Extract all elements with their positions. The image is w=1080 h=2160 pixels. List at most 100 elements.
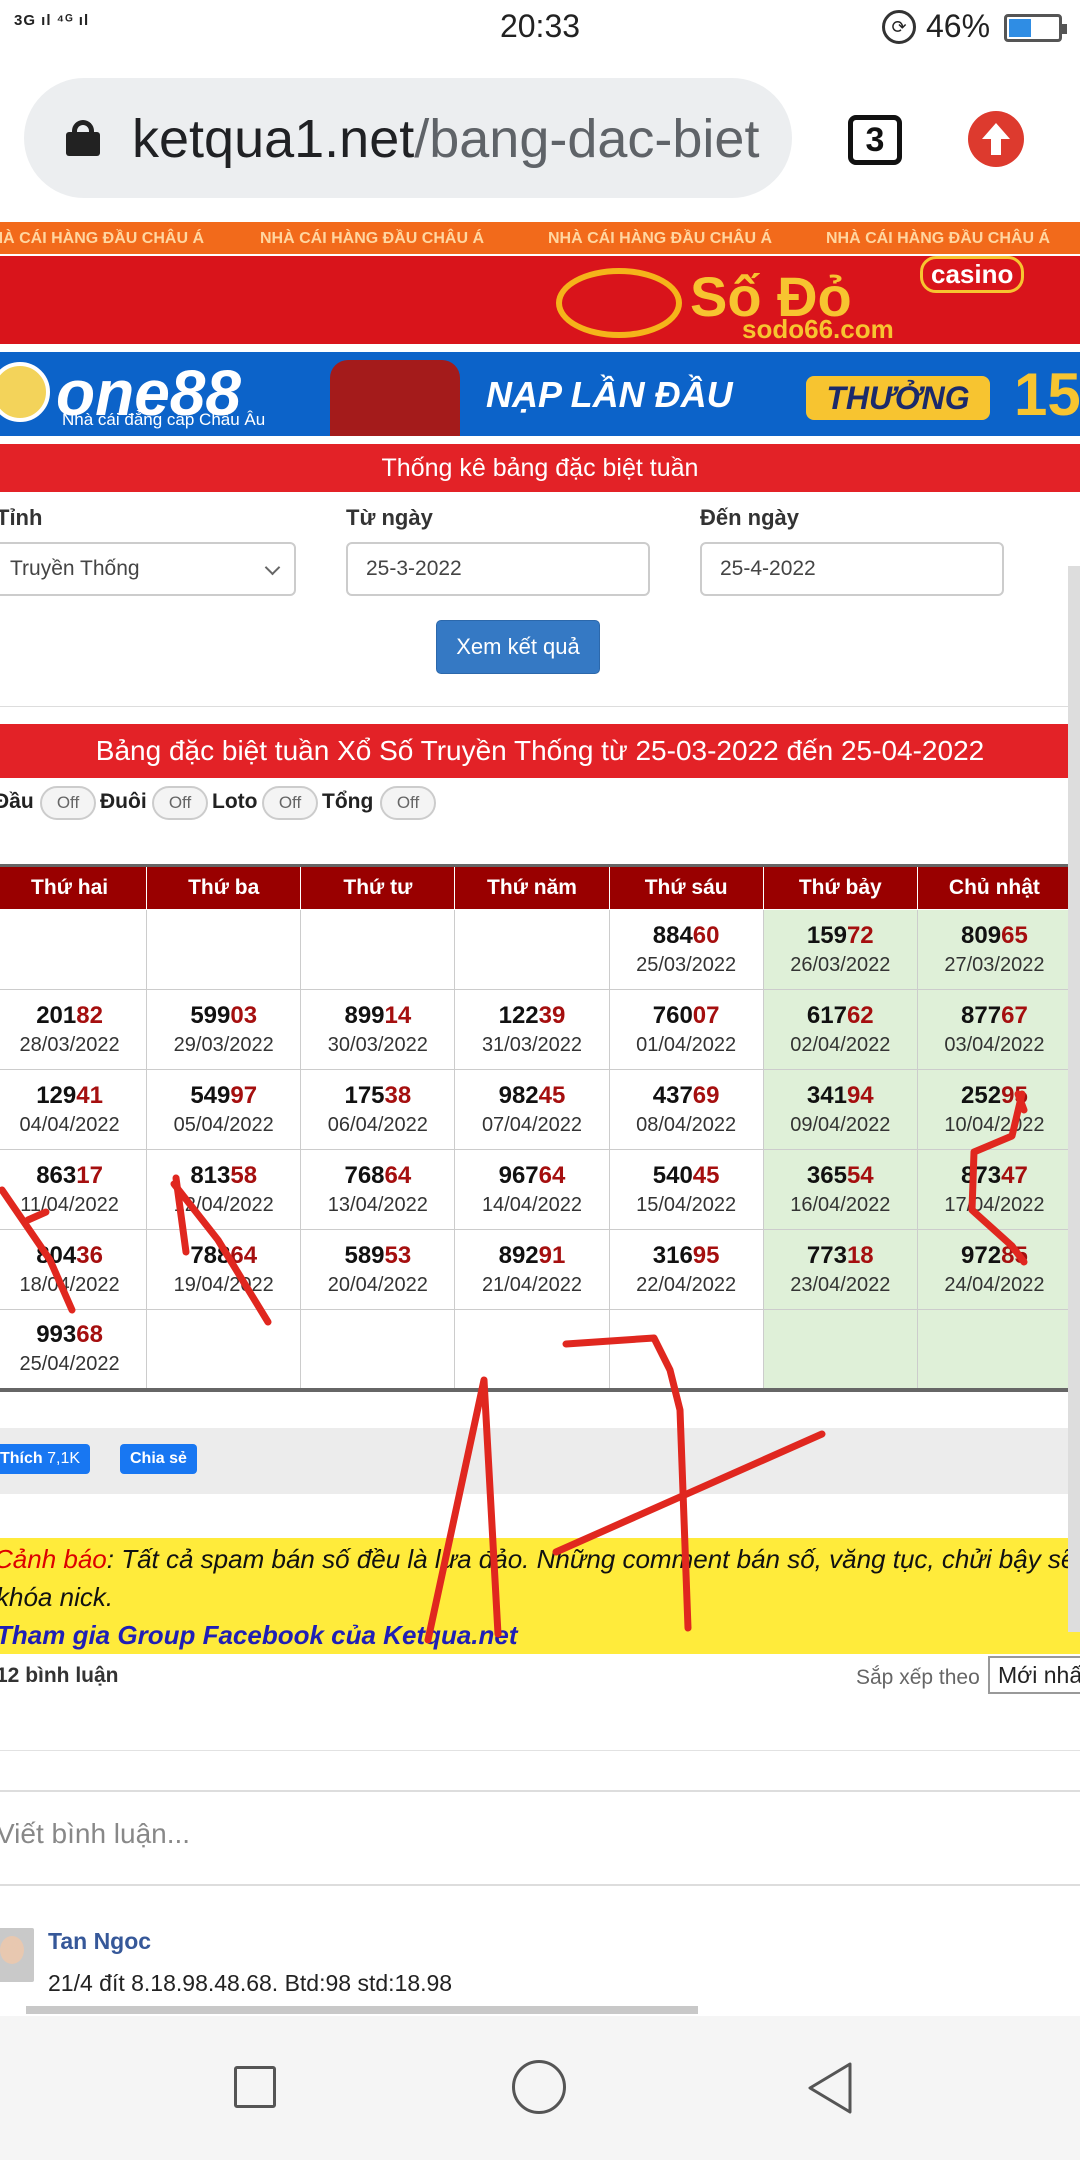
comment-input[interactable]: Viết bình luận...	[0, 1790, 1080, 1886]
system-nav-bar	[0, 2016, 1080, 2160]
result-cell	[146, 909, 302, 990]
share-button[interactable]: Chia sẻ	[120, 1444, 197, 1474]
result-date: 07/04/2022	[481, 1113, 583, 1136]
result-cell: 81358 12/04/2022	[146, 1149, 302, 1230]
url-path: /bang-dac-biet	[414, 109, 760, 169]
warning-box: Cảnh báo: Tất cả spam bán số đều là lừa …	[0, 1538, 1080, 1654]
horizontal-scrollbar[interactable]	[26, 2006, 698, 2014]
toggle-dau[interactable]: Off	[40, 786, 96, 820]
home-icon[interactable]	[512, 2060, 566, 2114]
result-cell: 12941 04/04/2022	[0, 1069, 148, 1150]
toggle-duoi[interactable]: Off	[152, 786, 208, 820]
address-bar[interactable]: ketqua1.net/bang-dac-biet	[24, 78, 792, 198]
result-date: 25/04/2022	[19, 1352, 120, 1375]
url-text[interactable]: ketqua1.net/bang-dac-biet	[132, 108, 792, 170]
result-number: 99368	[36, 1320, 103, 1348]
rotation-lock-icon: ⟳	[882, 10, 916, 44]
sort-label: Sắp xếp theo	[856, 1666, 980, 1689]
sodo-logo-icon	[556, 268, 682, 338]
result-number: 43769	[652, 1081, 720, 1109]
to-date-input[interactable]: 25-4-2022	[700, 542, 1004, 596]
table-heading: Bảng đặc biệt tuần Xổ Số Truyền Thống từ…	[0, 724, 1080, 778]
column-header: Thứ sáu	[608, 865, 764, 910]
result-number: 59903	[190, 1001, 258, 1029]
ball-icon	[0, 362, 50, 422]
result-cell: 86317 11/04/2022	[0, 1149, 148, 1230]
column-header: Thứ bảy	[762, 865, 918, 910]
sodo-badge: casino	[920, 256, 1025, 293]
result-cell: 43769 08/04/2022	[608, 1069, 764, 1150]
toggle-label-tong: Tổng	[322, 790, 374, 813]
one88-tagline: Nhà cái đẳng cấp Châu Âu	[62, 410, 266, 429]
result-number: 54045	[652, 1161, 720, 1189]
result-date: 28/03/2022	[19, 1033, 120, 1056]
battery-icon	[1004, 14, 1067, 42]
result-cell	[916, 1309, 1073, 1390]
from-date-input[interactable]: 25-3-2022	[346, 542, 650, 596]
result-number: 86317	[36, 1161, 103, 1189]
ad-banner-one88[interactable]: one88 Nhà cái đẳng cấp Châu Âu NẠP LẦN Đ…	[0, 352, 1080, 436]
sort-select[interactable]: Mới nhất	[988, 1656, 1080, 1694]
result-date: 20/04/2022	[327, 1273, 428, 1296]
player-image	[330, 360, 460, 436]
result-number: 97285	[961, 1241, 1028, 1269]
result-number: 80436	[36, 1241, 103, 1269]
result-date: 25/03/2022	[636, 953, 737, 976]
result-number: 54997	[190, 1081, 258, 1109]
result-date: 01/04/2022	[636, 1033, 737, 1056]
like-count: 7,1K	[47, 1450, 81, 1467]
view-results-button[interactable]: Xem kết quả	[436, 620, 600, 674]
result-number: 12239	[498, 1001, 566, 1029]
result-number: 15972	[806, 921, 874, 949]
result-date: 06/04/2022	[327, 1113, 428, 1136]
comment-author[interactable]: Tan Ngoc	[48, 1928, 151, 1955]
result-cell	[608, 1309, 764, 1390]
avatar[interactable]	[0, 1928, 34, 1982]
result-cell: 54045 15/04/2022	[608, 1149, 764, 1230]
table-row: 88460 25/03/2022 15972 26/03/2022 80965 27/03…	[0, 909, 1073, 990]
toggle-label-dau: Đầu	[0, 790, 34, 813]
toggle-tong[interactable]: Off	[380, 786, 436, 820]
back-icon[interactable]	[804, 2060, 856, 2116]
province-select[interactable]: Truyền Thống	[0, 542, 296, 596]
result-date: 14/04/2022	[481, 1193, 583, 1216]
ad-banner-strip[interactable]: NHÀ CÁI HÀNG ĐẦU CHÂU Á NHÀ CÁI HÀNG ĐẦU…	[0, 222, 1080, 254]
result-cell: 97285 24/04/2022	[916, 1229, 1073, 1310]
result-date: 03/04/2022	[944, 1033, 1045, 1056]
warning-line-2: khóa nick.	[0, 1582, 114, 1612]
toggle-label-duoi: Đuôi	[100, 790, 147, 813]
upload-arrow-icon[interactable]	[968, 111, 1024, 167]
tab-switcher-button[interactable]: 3	[848, 115, 902, 165]
result-cell: 76007 01/04/2022	[608, 989, 764, 1070]
warning-prefix: Cảnh báo	[0, 1544, 107, 1574]
to-date-label: Đến ngày	[700, 505, 800, 530]
facebook-group-link[interactable]: Tham gia Group Facebook của Ketqua.net	[0, 1620, 518, 1651]
result-date: 04/04/2022	[19, 1113, 120, 1136]
ad-strip-text: NHÀ CÁI HÀNG ĐẦU CHÂU Á	[548, 230, 772, 247]
result-date: 12/04/2022	[173, 1193, 274, 1216]
clock: 20:33	[499, 8, 581, 44]
result-cell: 58953 20/04/2022	[300, 1229, 456, 1310]
result-date: 13/04/2022	[327, 1193, 428, 1216]
recent-apps-icon[interactable]	[234, 2066, 276, 2108]
column-header: Thứ hai	[0, 865, 148, 910]
status-bar: 3G ıl ⁴ᴳ ıl 20:33 ⟳ 46%	[0, 0, 1080, 56]
vertical-scrollbar[interactable]	[1068, 566, 1080, 1632]
result-number: 98245	[498, 1081, 566, 1109]
like-button[interactable]: Thích 7,1K	[0, 1444, 91, 1474]
toggle-loto[interactable]: Off	[262, 786, 318, 820]
result-cell: 87347 17/04/2022	[916, 1149, 1073, 1230]
result-number: 81358	[190, 1161, 258, 1189]
ad-strip-text: NHÀ CÁI HÀNG ĐẦU CHÂU Á	[260, 230, 484, 247]
table-row: 99368 25/04/2022	[0, 1309, 1073, 1390]
warning-text: : Tất cả spam bán số đều là lừa đảo. Nhữ…	[106, 1544, 1080, 1574]
result-date: 29/03/2022	[173, 1033, 274, 1056]
ad-banner-sodo[interactable]: Số Đỏ casino sodo66.com	[0, 256, 1080, 344]
column-header: Thứ tư	[300, 865, 456, 910]
result-date: 23/04/2022	[790, 1273, 891, 1296]
one88-promo: NẠP LẦN ĐẦU	[486, 374, 733, 415]
result-cell: 88460 25/03/2022	[608, 909, 764, 990]
battery-percent: 46%	[926, 8, 991, 44]
result-date: 17/04/2022	[944, 1193, 1045, 1216]
one88-bonus: THƯỞNG	[806, 376, 990, 420]
